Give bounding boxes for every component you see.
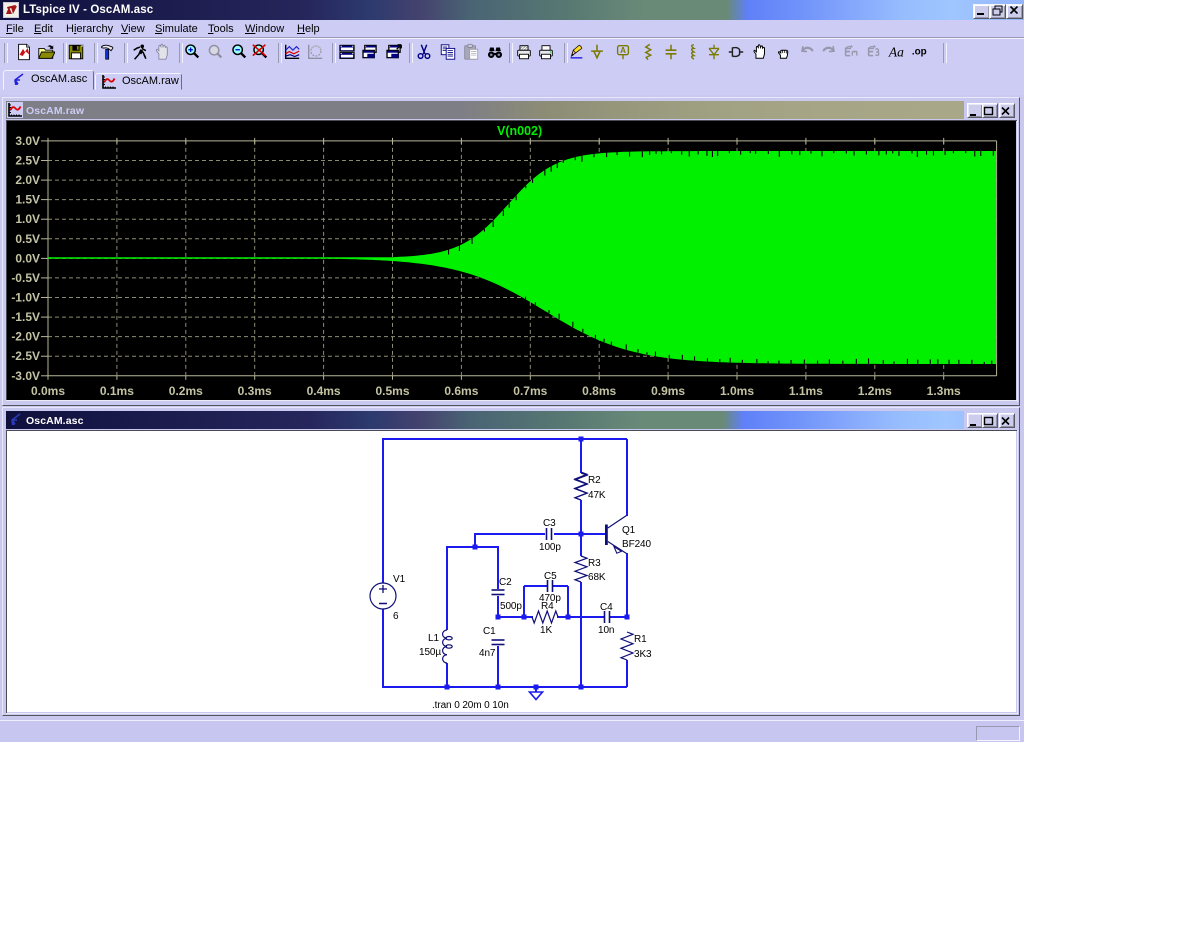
svg-text:R1: R1 [634,634,647,645]
svg-text:-1.0V: -1.0V [11,291,40,305]
svg-text:6: 6 [393,611,399,622]
svg-text:-1.5V: -1.5V [11,310,40,324]
svg-text:V(n002): V(n002) [497,124,542,138]
svg-text:500p: 500p [500,601,522,612]
svg-text:100p: 100p [539,542,561,553]
svg-text:Aa: Aa [888,45,904,60]
svg-text:.op: .op [912,47,927,58]
svg-text:0.9ms: 0.9ms [651,384,685,398]
svg-text:1.5V: 1.5V [15,193,40,207]
svg-text:R3: R3 [588,558,601,569]
svg-text:V1: V1 [393,574,406,585]
svg-text:0.1ms: 0.1ms [100,384,134,398]
svg-text:1K: 1K [540,625,552,636]
svg-text:0.0ms: 0.0ms [31,384,65,398]
svg-text:-0.5V: -0.5V [11,271,40,285]
svg-text:C5: C5 [544,571,557,582]
svg-text:0.5ms: 0.5ms [375,384,409,398]
svg-text:0.8ms: 0.8ms [582,384,616,398]
svg-text:0.7ms: 0.7ms [513,384,547,398]
svg-text:1.0V: 1.0V [15,212,40,226]
svg-text:.tran 0 20m 0 10n: .tran 0 20m 0 10n [432,700,509,711]
svg-text:C4: C4 [600,602,613,613]
svg-text:1.0ms: 1.0ms [720,384,754,398]
svg-text:1.2ms: 1.2ms [858,384,892,398]
svg-text:R4: R4 [541,601,554,612]
svg-text:-2.0V: -2.0V [11,330,40,344]
svg-text:68K: 68K [588,572,606,583]
svg-text:1.3ms: 1.3ms [927,384,961,398]
svg-text:C2: C2 [499,577,512,588]
svg-text:3K3: 3K3 [634,649,652,660]
svg-text:-3.0V: -3.0V [11,369,40,383]
svg-text:0.3ms: 0.3ms [238,384,272,398]
svg-text:BF240: BF240 [622,539,652,550]
svg-text:C1: C1 [483,626,496,637]
svg-text:Q1: Q1 [622,525,636,536]
svg-text:L1: L1 [428,633,439,644]
svg-text:47K: 47K [588,490,606,501]
svg-text:C3: C3 [543,518,556,529]
svg-text:-2.5V: -2.5V [11,349,40,363]
svg-text:0.0V: 0.0V [15,251,40,265]
svg-text:4n7: 4n7 [479,648,496,659]
svg-text:0.5V: 0.5V [15,232,40,246]
svg-text:0.4ms: 0.4ms [307,384,341,398]
svg-text:0.2ms: 0.2ms [169,384,203,398]
svg-text:3.0V: 3.0V [15,134,40,148]
svg-text:2.0V: 2.0V [15,173,40,187]
svg-text:A: A [620,46,626,55]
svg-text:2.5V: 2.5V [15,154,40,168]
svg-text:R2: R2 [588,475,601,486]
svg-text:0.6ms: 0.6ms [444,384,478,398]
svg-text:1.1ms: 1.1ms [789,384,823,398]
svg-text:10n: 10n [598,625,614,636]
svg-text:150µ: 150µ [419,647,441,658]
